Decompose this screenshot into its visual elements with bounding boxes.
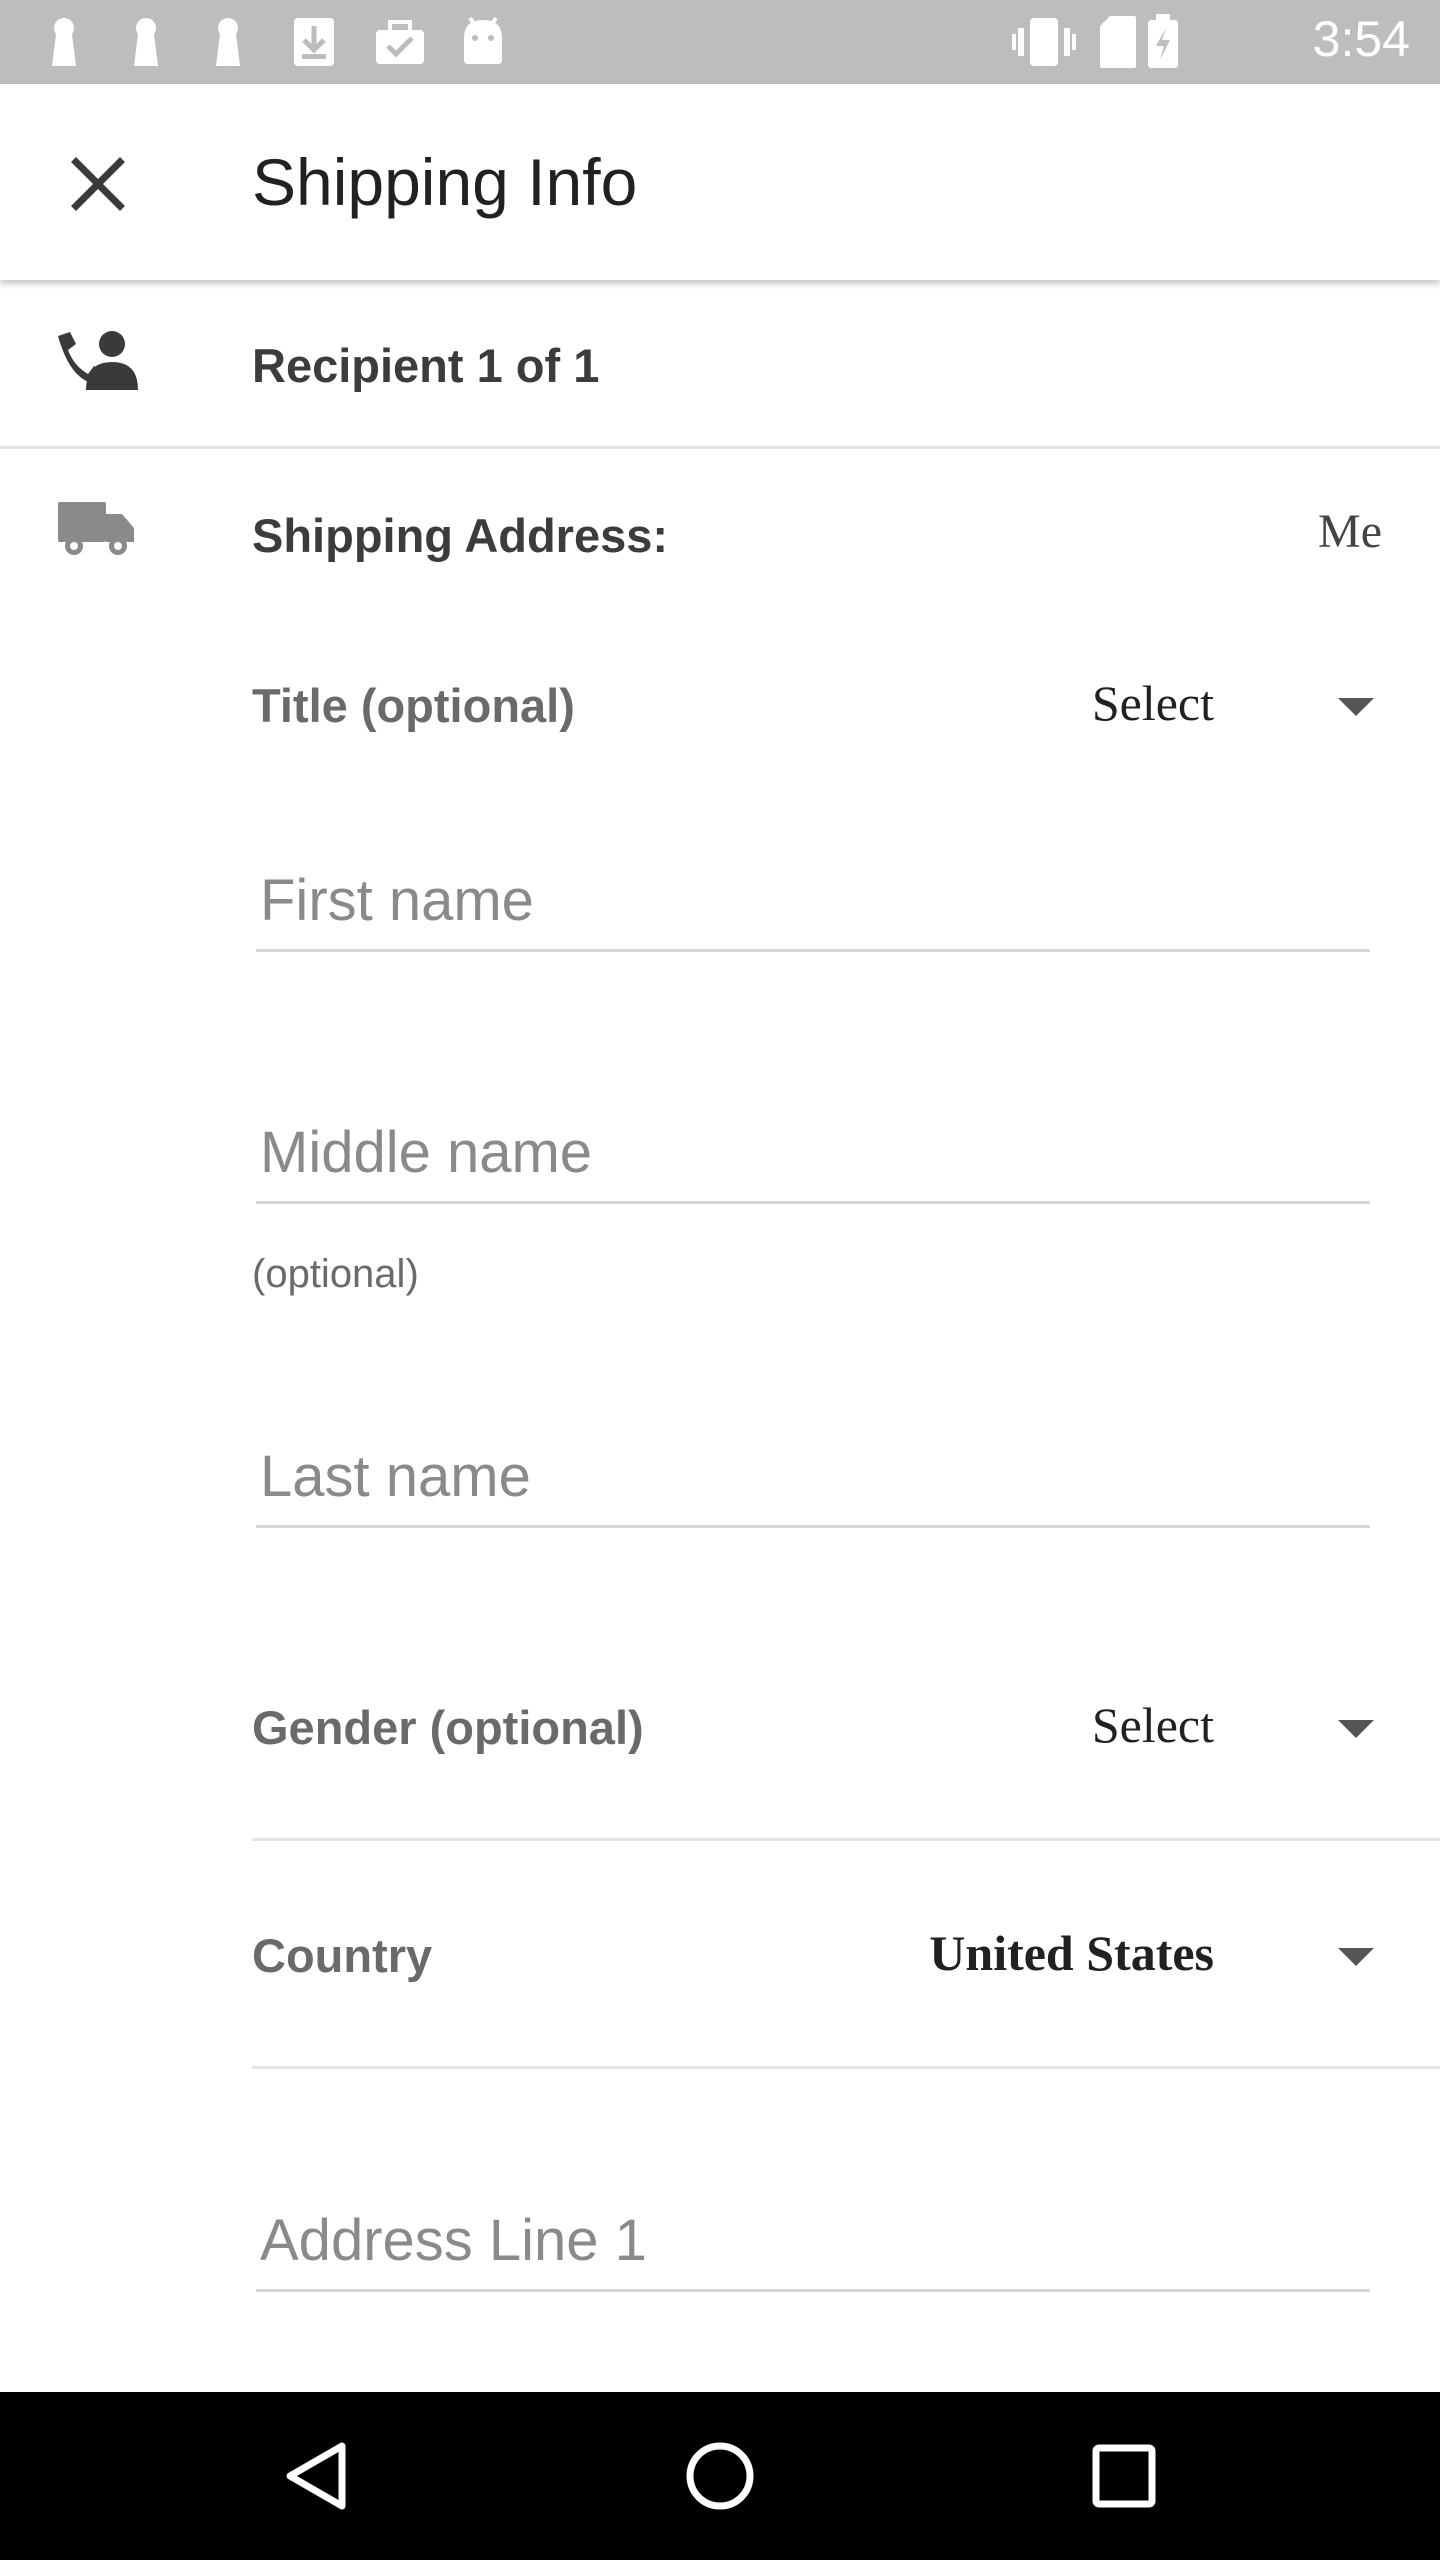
status-time: 3:54: [1312, 11, 1410, 67]
truck-icon: [56, 500, 136, 565]
chevron-down-icon: [1338, 698, 1374, 716]
android-icon: [464, 16, 502, 64]
back-icon: [286, 2442, 346, 2510]
notification-icon: [216, 18, 240, 66]
download-icon: [294, 18, 334, 66]
gender-select[interactable]: Gender (optional) Select: [0, 1662, 1440, 1792]
title-select-label: Title (optional): [252, 679, 575, 732]
chevron-down-icon: [1338, 1948, 1374, 1966]
first-name-field[interactable]: [256, 852, 1370, 952]
address-line-1-field[interactable]: [256, 2192, 1370, 2292]
country-select[interactable]: Country United States: [0, 1890, 1440, 2020]
app-bar: Shipping Info: [0, 84, 1440, 280]
battery-icon: [1148, 14, 1178, 68]
gender-select-value: Select: [1091, 1697, 1214, 1753]
notification-icon: [52, 18, 76, 66]
briefcase-check-icon: [376, 20, 424, 64]
status-bar: 3:54: [0, 0, 1440, 84]
middle-name-helper: (optional): [252, 1252, 419, 1296]
close-icon: [71, 157, 125, 211]
navigation-bar: [0, 2392, 1440, 2560]
gender-select-label: Gender (optional): [252, 1701, 644, 1754]
home-icon: [686, 2442, 754, 2510]
notification-icon: [134, 18, 158, 66]
recipient-row: [0, 280, 1440, 446]
recents-icon: [1092, 2444, 1156, 2508]
recents-button[interactable]: [1074, 2426, 1174, 2526]
home-button[interactable]: [670, 2426, 770, 2526]
vibrate-icon: [1012, 18, 1076, 66]
title-select[interactable]: Title (optional) Select: [0, 640, 1440, 770]
recipient-label: Recipient 1 of 1: [252, 339, 600, 392]
sim-icon: [1100, 16, 1136, 68]
chevron-down-icon: [1338, 1720, 1374, 1738]
divider: [252, 2066, 1440, 2069]
person-phone-icon: [56, 330, 140, 399]
close-button[interactable]: [50, 136, 146, 232]
country-select-label: Country: [252, 1929, 433, 1982]
country-select-value: United States: [929, 1925, 1214, 1981]
middle-name-field[interactable]: [256, 1104, 1370, 1204]
shipping-address-value[interactable]: Me: [1318, 504, 1382, 559]
back-button[interactable]: [266, 2426, 366, 2526]
divider: [252, 1838, 1440, 1841]
last-name-field[interactable]: [256, 1428, 1370, 1528]
divider: [0, 446, 1440, 449]
page-title: Shipping Info: [252, 145, 638, 219]
title-select-value: Select: [1091, 675, 1214, 731]
shipping-address-label: Shipping Address:: [252, 509, 669, 562]
